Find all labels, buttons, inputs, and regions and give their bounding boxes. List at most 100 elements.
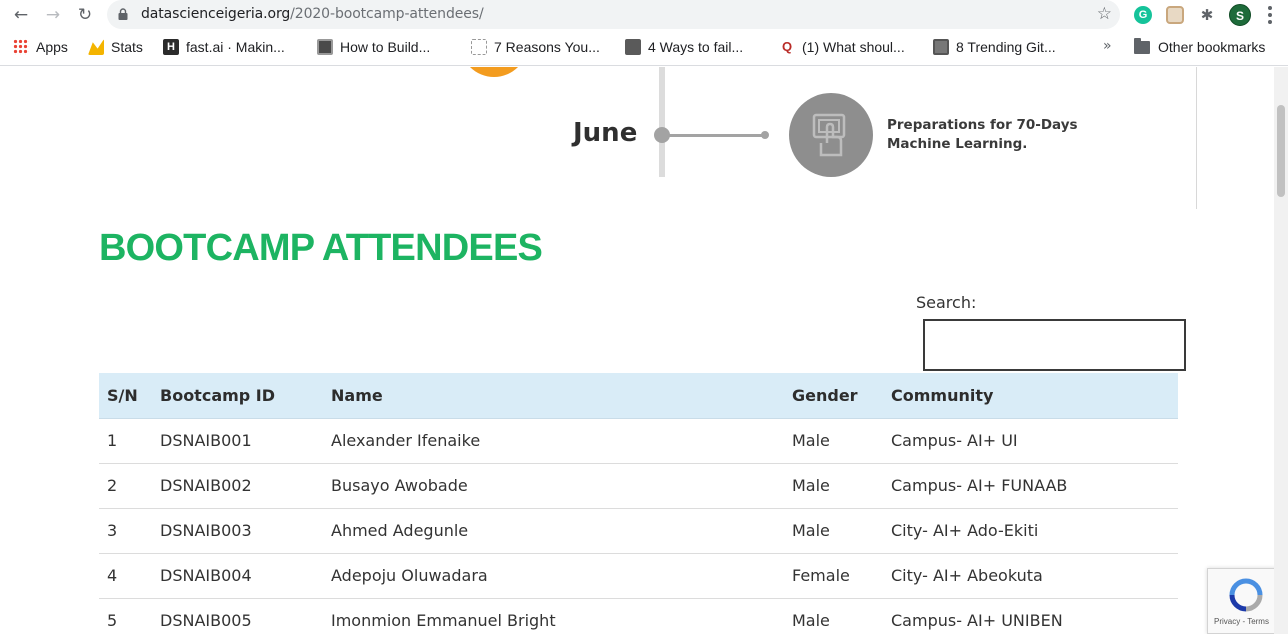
timeline-event-text: Preparations for 70-Days Machine Learnin… <box>887 117 1078 152</box>
cell-name: Imonmion Emmanuel Bright <box>323 598 784 634</box>
cell-gender: Male <box>784 508 883 554</box>
bookmark-7-reasons[interactable]: 7 Reasons You... <box>471 38 600 56</box>
recaptcha-logo-icon <box>1229 578 1263 612</box>
bookmark-label: Apps <box>36 39 68 55</box>
cell-gender: Male <box>784 598 883 634</box>
bookmarks-overflow-button[interactable]: » <box>1103 38 1112 54</box>
bookmark-label: 7 Reasons You... <box>494 39 600 55</box>
cell-name: Alexander Ifenaike <box>323 418 784 464</box>
globe-icon <box>933 39 949 55</box>
grammarly-extension-icon[interactable]: G <box>1134 6 1152 24</box>
bookmark-apps[interactable]: Apps <box>13 38 68 56</box>
cell-name: Adepoju Oluwadara <box>323 553 784 599</box>
url-text: datascienceigeria.org/2020-bootcamp-atte… <box>141 6 484 22</box>
cell-gender: Female <box>784 553 883 599</box>
table-row: 4 DSNAIB004 Adepoju Oluwadara Female Cit… <box>99 553 1178 599</box>
timeline-marker-decoration <box>460 67 528 77</box>
folder-icon <box>1134 37 1150 54</box>
cell-bootcamp-id: DSNAIB004 <box>152 553 323 599</box>
address-bar[interactable]: datascienceigeria.org/2020-bootcamp-atte… <box>107 0 1120 29</box>
back-button[interactable]: ← <box>9 3 33 27</box>
fastai-logo-icon: H <box>163 39 179 55</box>
page-content: June Preparations for 70-Days Machine Le… <box>0 67 1288 634</box>
timeline-event-icon <box>789 93 873 177</box>
other-bookmarks-button[interactable]: Other bookmarks <box>1134 37 1266 56</box>
timeline-dot <box>654 127 670 143</box>
quora-logo-icon: Q <box>779 39 795 55</box>
bookmark-quora[interactable]: Q (1) What shoul... <box>779 38 905 56</box>
table-row: 3 DSNAIB003 Ahmed Adegunle Male City- AI… <box>99 508 1178 554</box>
search-input[interactable] <box>923 319 1186 371</box>
browser-toolbar: ← → ↻ datascienceigeria.org/2020-bootcam… <box>0 0 1288 30</box>
divider <box>1196 67 1197 209</box>
forward-button[interactable]: → <box>41 3 65 27</box>
cell-sn: 4 <box>99 553 152 599</box>
timeline-line <box>659 67 665 177</box>
reload-button[interactable]: ↻ <box>73 3 97 27</box>
table-header-row: S/N Bootcamp ID Name Gender Community <box>99 373 1178 419</box>
table-row: 1 DSNAIB001 Alexander Ifenaike Male Camp… <box>99 418 1178 464</box>
cell-sn: 5 <box>99 598 152 634</box>
cell-community: Campus- AI+ UNIBEN <box>883 598 1178 634</box>
bookmark-fastai[interactable]: H fast.ai · Makin... <box>163 38 285 56</box>
cell-gender: Male <box>784 418 883 464</box>
more-vertical-icon[interactable] <box>1262 5 1278 25</box>
apps-grid-icon <box>13 39 29 55</box>
search-label: Search: <box>916 293 977 312</box>
cell-bootcamp-id: DSNAIB003 <box>152 508 323 554</box>
cell-bootcamp-id: DSNAIB002 <box>152 463 323 509</box>
bookmarks-bar: Apps Stats H fast.ai · Makin... How to B… <box>0 30 1288 66</box>
bookmark-trending-git[interactable]: 8 Trending Git... <box>933 38 1056 56</box>
puzzle-icon[interactable]: ✱ <box>1198 6 1216 24</box>
column-header-gender[interactable]: Gender <box>784 373 883 419</box>
cell-community: City- AI+ Abeokuta <box>883 553 1178 599</box>
column-header-bootcamp-id[interactable]: Bootcamp ID <box>152 373 323 419</box>
bookmark-label: Stats <box>111 39 143 55</box>
bookmark-how-to-build[interactable]: How to Build... <box>317 38 430 56</box>
cell-community: Campus- AI+ FUNAAB <box>883 463 1178 509</box>
cell-bootcamp-id: DSNAIB001 <box>152 418 323 464</box>
recaptcha-links[interactable]: Privacy - Terms <box>1214 617 1269 626</box>
arrow-left-icon: ← <box>13 5 29 25</box>
column-header-sn[interactable]: S/N <box>99 373 152 419</box>
scrollbar-thumb[interactable] <box>1277 105 1285 197</box>
bookmark-4-ways[interactable]: 4 Ways to fail... <box>625 38 743 56</box>
cell-name: Busayo Awobade <box>323 463 784 509</box>
cell-gender: Male <box>784 463 883 509</box>
extension-icon[interactable] <box>1166 6 1184 24</box>
url-path: /2020-bootcamp-attendees/ <box>290 6 484 22</box>
cell-sn: 2 <box>99 463 152 509</box>
bookmark-label: Other bookmarks <box>1158 39 1266 55</box>
bookmark-label: How to Build... <box>340 39 431 55</box>
site-favicon-icon <box>625 39 641 55</box>
url-host: datascienceigeria.org <box>141 6 291 22</box>
table-row: 5 DSNAIB005 Imonmion Emmanuel Bright Mal… <box>99 598 1178 634</box>
computer-hand-icon <box>812 113 846 157</box>
profile-avatar[interactable]: S <box>1229 4 1251 26</box>
cell-community: City- AI+ Ado-Ekiti <box>883 508 1178 554</box>
bookmark-stats[interactable]: Stats <box>88 38 143 56</box>
site-favicon-icon <box>471 39 487 55</box>
bookmark-label: 8 Trending Git... <box>956 39 1056 55</box>
cell-community: Campus- AI+ UI <box>883 418 1178 464</box>
cell-bootcamp-id: DSNAIB005 <box>152 598 323 634</box>
page-title: BOOTCAMP ATTENDEES <box>99 227 543 269</box>
column-header-community[interactable]: Community <box>883 373 1178 419</box>
reload-icon: ↻ <box>77 5 93 25</box>
cell-sn: 1 <box>99 418 152 464</box>
cell-name: Ahmed Adegunle <box>323 508 784 554</box>
cell-sn: 3 <box>99 508 152 554</box>
bookmark-label: fast.ai · Makin... <box>186 39 285 55</box>
lock-icon <box>118 8 128 20</box>
attendees-table: S/N Bootcamp ID Name Gender Community 1 … <box>99 373 1178 634</box>
timeline-connector <box>668 134 764 137</box>
site-favicon-icon <box>317 39 333 55</box>
bookmark-label: (1) What shoul... <box>802 39 905 55</box>
timeline-month: June <box>573 118 638 148</box>
bookmark-label: 4 Ways to fail... <box>648 39 744 55</box>
star-icon[interactable]: ☆ <box>1097 4 1112 24</box>
column-header-name[interactable]: Name <box>323 373 784 419</box>
timeline-connector-end <box>761 131 769 139</box>
arrow-right-icon: → <box>45 5 61 25</box>
scrollbar[interactable] <box>1274 67 1288 634</box>
